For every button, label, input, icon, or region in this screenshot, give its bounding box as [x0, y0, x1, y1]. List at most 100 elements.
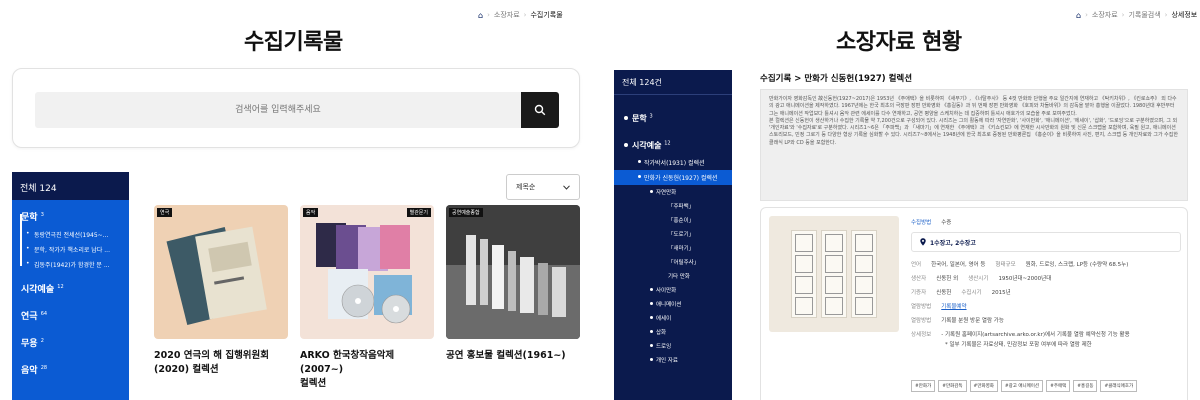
card-thumbnail[interactable]: 음악 별관문기: [300, 205, 434, 339]
location-value: 1수장고, 2수장고: [930, 239, 976, 247]
search-button[interactable]: [521, 92, 559, 128]
comic-strip: [851, 230, 877, 318]
sidebar-series-item[interactable]: 사이만화: [614, 283, 732, 297]
sidebar-header: 전체 124: [12, 172, 129, 200]
chevron-down-icon: [563, 184, 570, 190]
home-icon[interactable]: ⌂: [478, 11, 483, 20]
breadcrumb-item-current: 상세정보: [1171, 11, 1198, 19]
card-thumbnail[interactable]: 공연예술종합: [446, 205, 580, 339]
sort-select[interactable]: 제목순: [506, 174, 580, 200]
sidebar-series-item[interactable]: 애니메이션: [614, 297, 732, 311]
sidebar-sub-series-item[interactable]: 「새마기」: [614, 241, 732, 255]
breadcrumb-item[interactable]: 소장자료: [1092, 10, 1118, 20]
sidebar-series-item[interactable]: 에세이: [614, 311, 732, 325]
sidebar-series-item[interactable]: 개인 자료: [614, 353, 732, 367]
info-label: 형태규모: [995, 262, 1016, 268]
sidebar-subitem[interactable]: 작가박서(1931) 컬렉션: [614, 155, 732, 170]
keyword-tag[interactable]: #홍길동: [1073, 380, 1098, 392]
breadcrumb-separator: ›: [1085, 11, 1088, 19]
description-paragraph: 만화가이자 영화감독인 故신동헌(1927~2017)은 1953년 《주애택》…: [769, 96, 1177, 117]
sidebar-body: 문학 3 시각예술 12 작가박서(1931) 컬렉션 만화가 신동헌(1927…: [614, 94, 732, 400]
category-tag: 연극: [157, 208, 173, 217]
collection-card[interactable]: 연극 2020 연극의 해 집행위원회 (2020) 컬렉션: [154, 205, 288, 377]
sidebar-item-literature[interactable]: 문학 3: [614, 109, 732, 128]
sidebar-subitem[interactable]: 동랑연극진 전세선(1945~...: [12, 227, 129, 242]
info-label: 생산시기: [968, 276, 989, 282]
info-value: 2015년: [991, 290, 1011, 296]
breadcrumb-separator: ›: [1164, 11, 1168, 19]
info-label: 수집시기: [961, 290, 982, 296]
album-image: [316, 223, 412, 324]
keyword-tag[interactable]: #클래식애호가: [1100, 380, 1138, 392]
sidebar-sub-series-item[interactable]: 「주파백」: [614, 199, 732, 213]
description-paragraph: 본 컬렉션은 신동헌이 생산하거나 수집한 기록물 약 7,200건으로 구성되…: [769, 117, 1178, 146]
search-input[interactable]: [35, 92, 521, 128]
search-icon: [534, 104, 546, 116]
sort-select-value: 제목순: [516, 183, 536, 191]
keyword-tag[interactable]: #만화가: [911, 380, 936, 392]
breadcrumb-separator: ›: [1121, 11, 1125, 19]
info-label: 열람방법: [911, 304, 932, 310]
home-icon[interactable]: ⌂: [1076, 11, 1081, 20]
info-value: 수증: [941, 220, 952, 226]
keyword-tag[interactable]: #주애택: [1046, 380, 1071, 392]
info-label: 생산자: [911, 276, 927, 282]
sidebar-item-literature[interactable]: 문학 3: [12, 206, 129, 227]
info-label: 수집방법: [911, 220, 932, 226]
sidebar-sub-series-item[interactable]: 「어릴주사」: [614, 255, 732, 269]
collection-list-page: ⌂ › 소장자료 › 수집기록물 수집기록물 전체 124 문학 3 동랑연극진…: [0, 0, 600, 400]
category-sidebar: 전체 124건 문학 3 시각예술 12 작가박서(1931) 컬렉션 만화가 …: [614, 70, 732, 400]
card-thumbnail[interactable]: 연극: [154, 205, 288, 339]
info-value: 원화, 드로잉, 스크랩, LP등 (수량약 68.5누): [1025, 262, 1129, 268]
card-title[interactable]: 2020 연극의 해 집행위원회 (2020) 컬렉션: [154, 349, 288, 377]
sidebar-subitem-active[interactable]: 만화가 신동헌(1927) 컬렉션: [614, 170, 732, 185]
sidebar-sub-series-item[interactable]: 「도로기」: [614, 227, 732, 241]
sidebar-item-dance[interactable]: 무용 2: [12, 332, 129, 353]
info-value: 1950년대~2000년대: [998, 276, 1052, 282]
info-label: 기증자: [911, 290, 927, 296]
sidebar-series-item[interactable]: 자연만화: [614, 185, 732, 199]
comic-strip: [791, 230, 817, 318]
sidebar-item-visual-arts[interactable]: 시각예술 12: [12, 278, 129, 299]
record-image[interactable]: [769, 216, 899, 332]
breadcrumb: ⌂ › 소장자료 › 기록물검색 › 상세정보: [1076, 10, 1197, 20]
reservation-link[interactable]: 기록물예약: [941, 302, 966, 310]
sidebar-header: 전체 124건: [614, 70, 732, 94]
info-value: 신동헌 외: [936, 276, 959, 282]
screenshot-canvas: ⌂ › 소장자료 › 수집기록물 수집기록물 전체 124 문학 3 동랑연극진…: [0, 0, 1200, 400]
sidebar-subitem[interactable]: 문학, 작가가 책소리로 남다 ...: [12, 242, 129, 257]
keyword-tag[interactable]: #광고 애니메이션: [1000, 380, 1044, 392]
sidebar-item-music[interactable]: 음악 28: [12, 359, 129, 380]
breadcrumb-item-current: 수집기록물: [530, 11, 563, 19]
info-value: 한국어, 일본어, 영어 등: [931, 262, 986, 268]
sidebar-sub-series-item[interactable]: 기타 만화: [614, 269, 732, 283]
info-label: 언어: [911, 262, 922, 268]
collection-card[interactable]: 음악 별관문기 ARKO 한국창작음악제(2007~) 컬렉션: [300, 205, 434, 391]
category-tag: 공연예술종합: [449, 208, 483, 217]
category-tag: 음악: [303, 208, 319, 217]
comic-strip: [821, 230, 847, 318]
sidebar-series-item[interactable]: 드로잉: [614, 339, 732, 353]
sidebar-subitem[interactable]: 김동주(1942)가 함경한 문 ...: [12, 257, 129, 272]
breadcrumb-item[interactable]: 기록물검색: [1128, 10, 1160, 20]
collection-card[interactable]: 공연예술종합 공연 홍보물 컬렉션(1961~): [446, 205, 580, 363]
sidebar-item-theater[interactable]: 연극 64: [12, 305, 129, 326]
breadcrumb: ⌂ › 소장자료 › 수집기록물: [478, 10, 563, 20]
card-title[interactable]: 공연 홍보물 컬렉션(1961~): [446, 349, 580, 363]
card-title[interactable]: ARKO 한국창작음악제(2007~) 컬렉션: [300, 349, 434, 391]
sidebar-item-visual-arts[interactable]: 시각예술 12: [614, 136, 732, 155]
archive-photo: [446, 205, 580, 339]
status-badge: 별관문기: [406, 208, 431, 217]
info-value: 기록물 분원 방문 열람 가능: [941, 318, 1004, 324]
keyword-tag[interactable]: #만화영화: [969, 380, 998, 392]
sidebar-body: 문학 3 동랑연극진 전세선(1945~... 문학, 작가가 책소리로 남다 …: [12, 200, 129, 400]
sidebar-series-item[interactable]: 삽화: [614, 325, 732, 339]
sidebar-sub-series-item[interactable]: 「홍순이」: [614, 213, 732, 227]
page-title: 소장자료 현황: [836, 30, 962, 55]
collection-description: 만화가이자 영화감독인 故신동헌(1927~2017)은 1953년 《주애택》…: [760, 89, 1188, 201]
info-label: 열람방법: [911, 318, 932, 324]
keyword-tag[interactable]: #만화감독: [938, 380, 967, 392]
detail-section: 수집기록 > 만화가 신동헌(1927) 컬렉션 만화가이자 영화감독인 故신동…: [760, 72, 1188, 400]
breadcrumb-item[interactable]: 소장자료: [494, 10, 520, 20]
location-pin-icon: [920, 238, 926, 246]
